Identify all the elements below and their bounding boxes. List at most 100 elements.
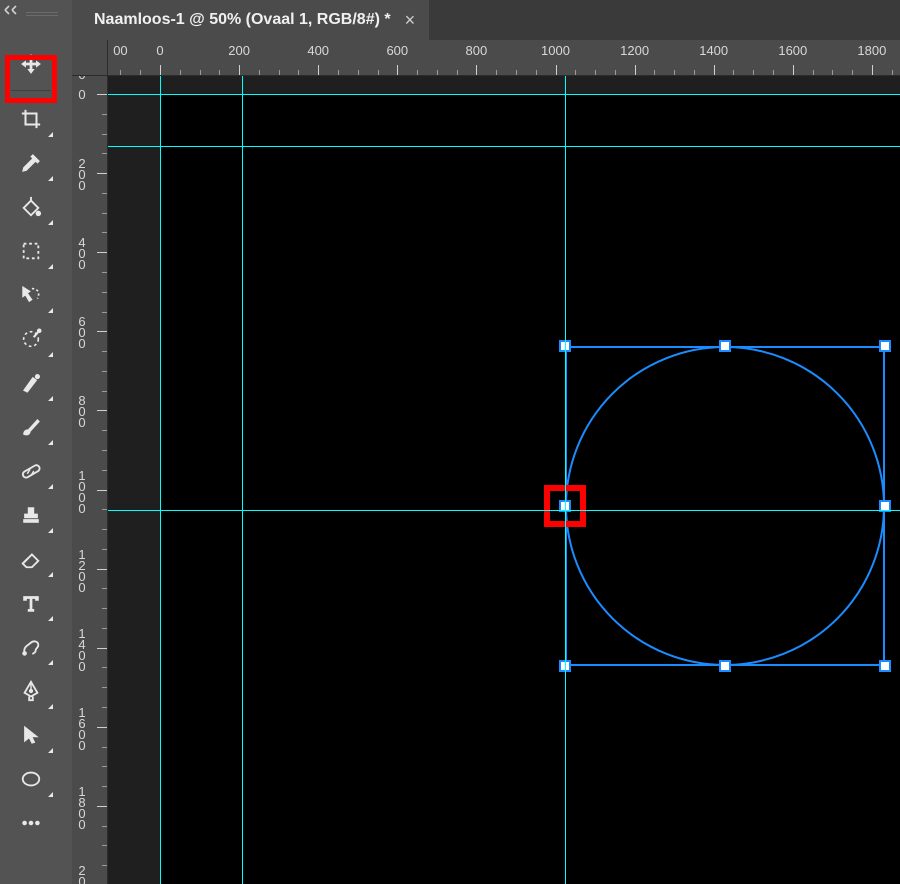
smudge-tool[interactable] xyxy=(4,625,57,669)
ruler-tick xyxy=(219,70,220,75)
ruler-origin[interactable] xyxy=(72,40,108,76)
shape-ellipse-outline xyxy=(565,346,885,666)
ruler-tick xyxy=(102,826,107,827)
ruler-label: 800 xyxy=(466,43,488,58)
ruler-label: 200 xyxy=(76,158,88,191)
ruler-tick xyxy=(102,232,107,233)
ruler-tick xyxy=(615,70,616,75)
ruler-tick xyxy=(536,70,537,75)
eraser-tool[interactable] xyxy=(4,537,57,581)
ruler-tick xyxy=(753,70,754,75)
spot-heal-tool[interactable] xyxy=(4,317,57,361)
close-icon[interactable]: × xyxy=(405,10,416,31)
guide-vertical[interactable] xyxy=(565,76,566,884)
ruler-horizontal[interactable]: 000200400600800100012001400160018002000 xyxy=(108,40,900,76)
ruler-tick xyxy=(397,65,398,75)
path-select-tool[interactable] xyxy=(4,713,57,757)
ruler-tick xyxy=(378,70,379,75)
ruler-tick xyxy=(318,65,319,75)
type-tool[interactable] xyxy=(4,581,57,625)
pen-tool[interactable] xyxy=(4,669,57,713)
ruler-label: 0 xyxy=(156,43,163,58)
ruler-tick xyxy=(635,65,636,75)
guide-horizontal[interactable] xyxy=(108,146,900,147)
ruler-label: 1200 xyxy=(620,43,649,58)
ruler-label: 00 xyxy=(113,43,127,58)
ruler-tick xyxy=(102,213,107,214)
ruler-tick xyxy=(872,65,873,75)
marquee-tool[interactable] xyxy=(4,229,57,273)
transform-handle-tm[interactable] xyxy=(719,340,731,352)
transform-bounding-box[interactable] xyxy=(565,346,885,666)
ruler-tick xyxy=(120,70,121,75)
guide-vertical[interactable] xyxy=(160,76,161,884)
more-tool[interactable] xyxy=(4,801,57,845)
ruler-label: 600 xyxy=(76,316,88,349)
transform-handle-tr[interactable] xyxy=(879,340,891,352)
shape-tool[interactable] xyxy=(4,757,57,801)
ruler-tick xyxy=(102,766,107,767)
ruler-label: 1600 xyxy=(76,707,88,751)
ruler-label: 400 xyxy=(76,237,88,270)
ruler-tick xyxy=(97,806,107,807)
ruler-tick xyxy=(97,648,107,649)
guide-horizontal[interactable] xyxy=(108,510,900,511)
ruler-tick xyxy=(102,430,107,431)
ruler-tick xyxy=(832,70,833,75)
ruler-tick xyxy=(102,114,107,115)
transform-handle-br[interactable] xyxy=(879,660,891,672)
ruler-tick xyxy=(813,70,814,75)
guide-horizontal[interactable] xyxy=(108,94,900,95)
ruler-label: 2000 xyxy=(76,865,88,884)
guide-vertical[interactable] xyxy=(242,76,243,884)
ruler-tick xyxy=(97,569,107,570)
transform-handle-bm[interactable] xyxy=(719,660,731,672)
eyedropper-tool[interactable] xyxy=(4,141,57,185)
ruler-tick xyxy=(102,865,107,866)
quick-select-tool[interactable] xyxy=(4,273,57,317)
fill-tool[interactable] xyxy=(4,185,57,229)
ruler-tick xyxy=(102,134,107,135)
ruler-label: 1800 xyxy=(76,786,88,830)
panel-expand-icon[interactable] xyxy=(4,4,20,14)
ruler-label: 1800 xyxy=(857,43,886,58)
retouch-tool[interactable] xyxy=(4,361,57,405)
tool-separator xyxy=(11,90,51,91)
ruler-tick xyxy=(595,70,596,75)
ruler-tick xyxy=(97,490,107,491)
ruler-tick xyxy=(97,252,107,253)
ruler-tick xyxy=(102,529,107,530)
ruler-tick xyxy=(259,70,260,75)
ruler-label: 600 xyxy=(386,43,408,58)
ruler-tick xyxy=(102,747,107,748)
ruler-tick xyxy=(200,70,201,75)
crop-tool[interactable] xyxy=(4,97,57,141)
tab-bar: Naamloos-1 @ 50% (Ovaal 1, RGB/8#) * × xyxy=(72,0,900,40)
heal-tool[interactable] xyxy=(4,449,57,493)
ruler-label: 0 xyxy=(76,76,88,80)
ruler-tick xyxy=(160,65,161,75)
panel-grip-icon[interactable] xyxy=(26,12,58,18)
ruler-label: 1000 xyxy=(541,43,570,58)
document-tab[interactable]: Naamloos-1 @ 50% (Ovaal 1, RGB/8#) * × xyxy=(72,0,429,40)
brush-tool[interactable] xyxy=(4,405,57,449)
ruler-tick xyxy=(279,70,280,75)
ruler-label: 800 xyxy=(76,395,88,428)
ruler-tick xyxy=(714,65,715,75)
ruler-tick xyxy=(654,70,655,75)
canvas-viewport[interactable] xyxy=(108,76,900,884)
ruler-tick xyxy=(102,608,107,609)
stamp-tool[interactable] xyxy=(4,493,57,537)
move-tool[interactable] xyxy=(4,42,57,86)
ruler-vertical[interactable]: 00200400600800100012001400160018002000 xyxy=(72,76,108,884)
ruler-tick xyxy=(97,727,107,728)
ruler-tick xyxy=(180,70,181,75)
ruler-tick xyxy=(102,628,107,629)
ruler-tick xyxy=(773,70,774,75)
ruler-tick xyxy=(102,845,107,846)
ruler-tick xyxy=(102,588,107,589)
ruler-tick xyxy=(102,509,107,510)
ruler-tick xyxy=(694,70,695,75)
ruler-tick xyxy=(298,70,299,75)
ruler-tick xyxy=(102,153,107,154)
